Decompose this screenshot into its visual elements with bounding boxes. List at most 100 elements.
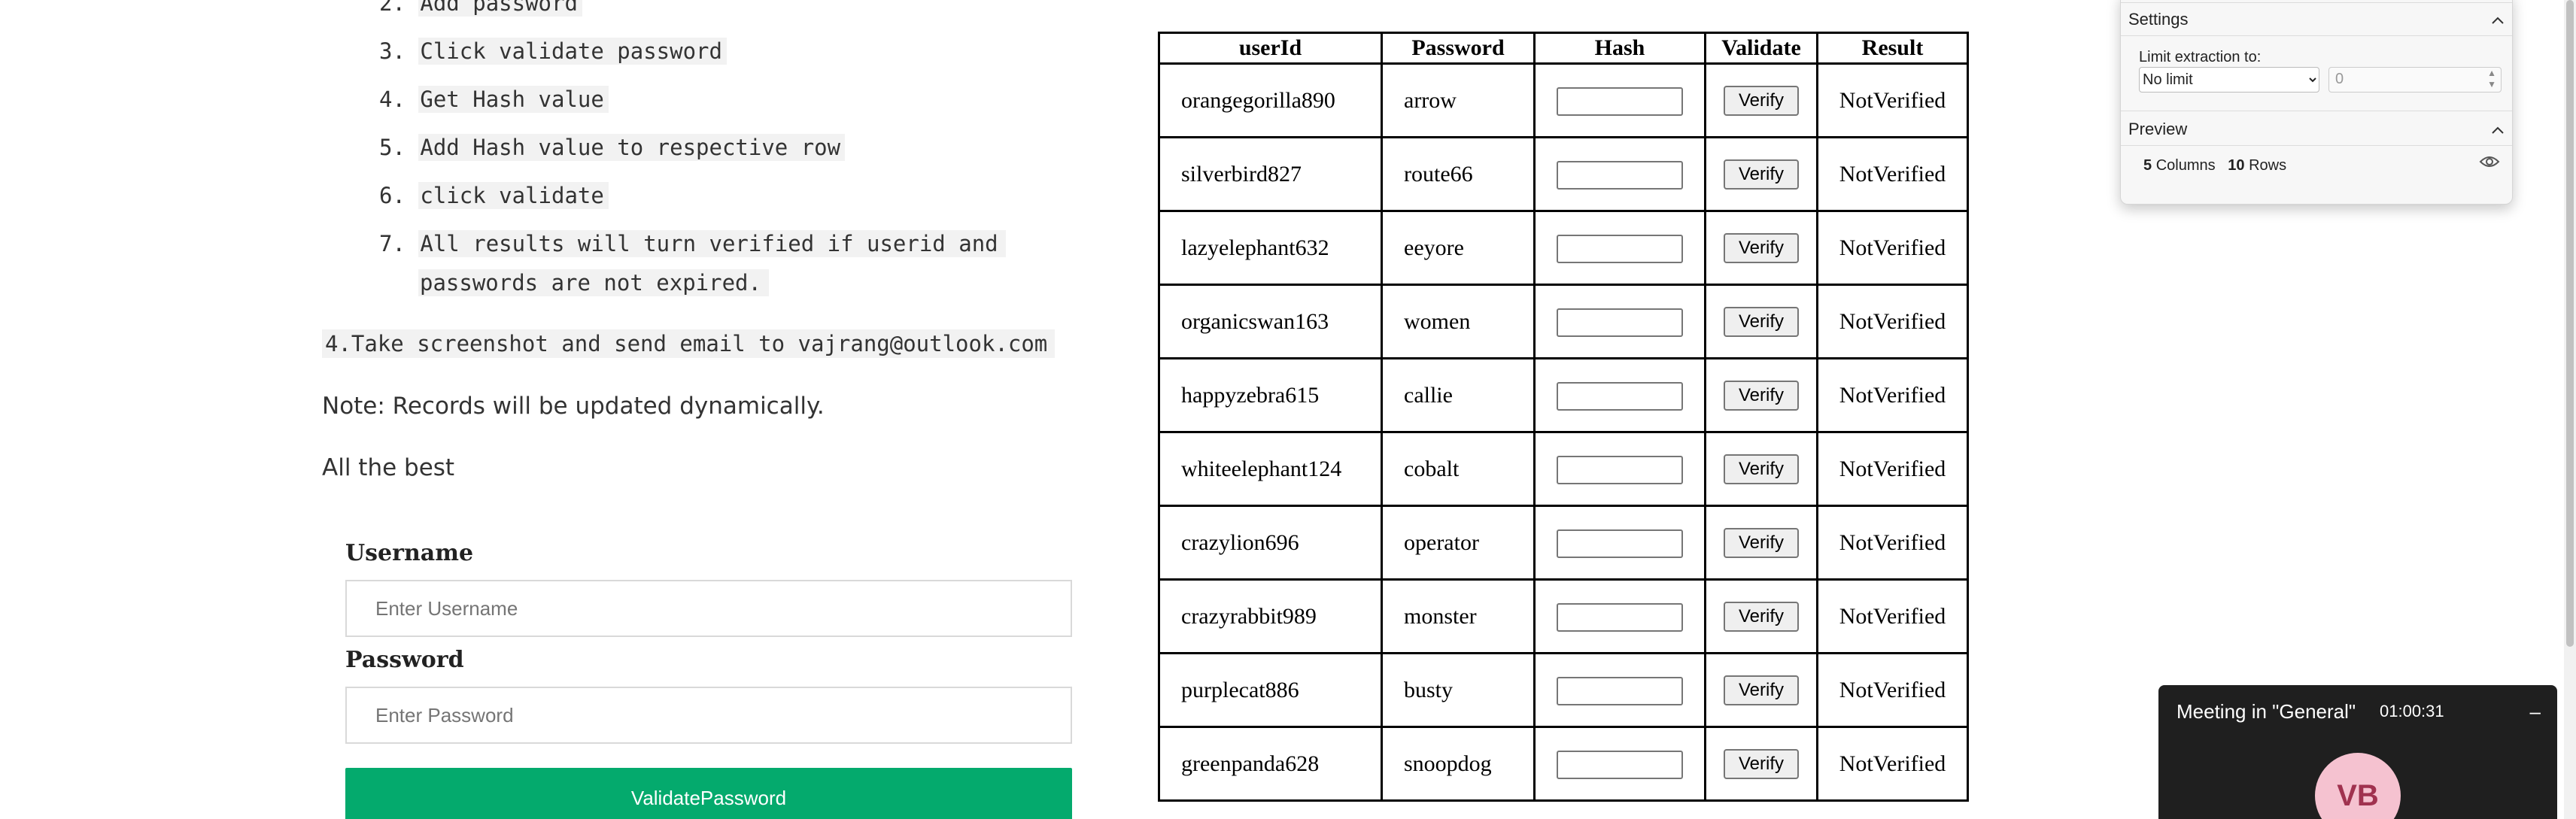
- verify-button[interactable]: Verify: [1723, 748, 1800, 779]
- verify-button[interactable]: Verify: [1723, 675, 1800, 705]
- cell-hash: [1533, 431, 1706, 507]
- verify-button[interactable]: Verify: [1723, 232, 1800, 263]
- hash-input[interactable]: [1557, 676, 1683, 705]
- cell-hash: [1533, 357, 1706, 433]
- cell-result: NotVerified: [1816, 62, 1969, 138]
- limit-number-input[interactable]: 0 ▲ ▼: [2328, 67, 2502, 93]
- username-input[interactable]: [345, 580, 1072, 637]
- cell-hash: [1533, 505, 1706, 581]
- cell-result: NotVerified: [1816, 136, 1969, 212]
- closing-text: All the best: [322, 454, 455, 481]
- header-hash: Hash: [1533, 32, 1706, 65]
- hash-input[interactable]: [1557, 234, 1683, 263]
- verify-button[interactable]: Verify: [1723, 453, 1800, 484]
- cell-hash: [1533, 726, 1706, 802]
- header-result: Result: [1816, 32, 1969, 65]
- password-input[interactable]: [345, 687, 1072, 744]
- verify-button[interactable]: Verify: [1723, 85, 1800, 116]
- eye-icon[interactable]: [2479, 154, 2500, 173]
- hash-input[interactable]: [1557, 308, 1683, 337]
- cell-userid: crazylion696: [1158, 505, 1383, 581]
- cell-hash: [1533, 652, 1706, 728]
- table-row: silverbird827 route66 Verify NotVerified: [1158, 136, 1969, 212]
- cell-validate: Verify: [1704, 505, 1818, 581]
- hash-input[interactable]: [1557, 529, 1683, 558]
- cell-password: eeyore: [1381, 210, 1536, 286]
- limit-select[interactable]: No limit: [2139, 67, 2319, 93]
- cell-validate: Verify: [1704, 431, 1818, 507]
- header-userid: userId: [1158, 32, 1383, 65]
- settings-divider: [2121, 35, 2512, 36]
- step-number: 4.: [379, 86, 406, 112]
- cell-validate: Verify: [1704, 136, 1818, 212]
- cell-result: NotVerified: [1816, 357, 1969, 433]
- minimize-icon[interactable]: –: [2530, 700, 2541, 723]
- settings-section-header[interactable]: Settings: [2121, 5, 2512, 34]
- hash-input[interactable]: [1557, 602, 1683, 632]
- instruction-steps: 2. Add password 3. Click validate passwo…: [324, 0, 1006, 311]
- cell-result: NotVerified: [1816, 210, 1969, 286]
- page-scrollbar[interactable]: [2564, 0, 2576, 819]
- step-3: 3. Click validate password: [379, 32, 1006, 71]
- note-text: Note: Records will be updated dynamicall…: [322, 393, 825, 420]
- cell-validate: Verify: [1704, 652, 1818, 728]
- user-verification-table: userId Password Hash Validate Result ora…: [1158, 32, 1969, 802]
- avatar: VB: [2315, 753, 2401, 819]
- table-row: orangegorilla890 arrow Verify NotVerified: [1158, 62, 1969, 138]
- step-text: Get Hash value: [418, 86, 609, 113]
- step-6: 6. click validate: [379, 176, 1006, 215]
- settings-title: Settings: [2128, 10, 2189, 29]
- username-label: Username: [345, 540, 474, 566]
- verify-button[interactable]: Verify: [1723, 380, 1800, 411]
- hash-input[interactable]: [1557, 381, 1683, 411]
- cell-userid: happyzebra615: [1158, 357, 1383, 433]
- step-number: 2.: [379, 0, 406, 16]
- step-7: 7. All results will turn verified if use…: [379, 224, 1006, 302]
- columns-count: 5: [2143, 157, 2152, 174]
- header-password: Password: [1381, 32, 1536, 65]
- validate-password-button[interactable]: ValidatePassword: [345, 768, 1072, 819]
- step-number: 3.: [379, 38, 406, 64]
- step-number: 5.: [379, 135, 406, 160]
- preview-title: Preview: [2128, 120, 2188, 138]
- table-row: organicswan163 women Verify NotVerified: [1158, 284, 1969, 359]
- step-text: Click validate password: [418, 38, 727, 65]
- hash-input[interactable]: [1557, 86, 1683, 116]
- scrollbar-thumb[interactable]: [2566, 0, 2574, 647]
- cell-userid: silverbird827: [1158, 136, 1383, 212]
- chevron-up-icon[interactable]: [2491, 10, 2505, 29]
- meeting-timer: 01:00:31: [2380, 702, 2444, 720]
- verify-button[interactable]: Verify: [1723, 527, 1800, 558]
- verify-button[interactable]: Verify: [1723, 601, 1800, 632]
- step-text: Add Hash value to respective row: [418, 134, 846, 161]
- cell-userid: whiteelephant124: [1158, 431, 1383, 507]
- hash-input[interactable]: [1557, 455, 1683, 484]
- table-row: purplecat886 busty Verify NotVerified: [1158, 652, 1969, 728]
- cell-validate: Verify: [1704, 578, 1818, 654]
- chevron-up-icon[interactable]: [2491, 120, 2505, 139]
- panel-top-divider: [2121, 2, 2512, 3]
- cell-password: cobalt: [1381, 431, 1536, 507]
- header-validate: Validate: [1704, 32, 1818, 65]
- limit-extraction-label: Limit extraction to:: [2139, 49, 2262, 65]
- cell-hash: [1533, 62, 1706, 138]
- table-body: orangegorilla890 arrow Verify NotVerified si…: [1158, 62, 1969, 802]
- step-number: 7.: [379, 231, 406, 256]
- cell-hash: [1533, 210, 1706, 286]
- cell-result: NotVerified: [1816, 726, 1969, 802]
- preview-section-header[interactable]: Preview: [2121, 115, 2512, 144]
- table-row: lazyelephant632 eeyore Verify NotVerified: [1158, 210, 1969, 286]
- step-text-line2: passwords are not expired.: [418, 269, 769, 296]
- spinner-arrows-icon[interactable]: ▲ ▼: [2487, 68, 2496, 90]
- meeting-title: Meeting in "General": [2177, 700, 2356, 723]
- meeting-mini-window[interactable]: Meeting in "General" 01:00:31 – VB: [2158, 685, 2557, 819]
- cell-result: NotVerified: [1816, 652, 1969, 728]
- cell-hash: [1533, 578, 1706, 654]
- verify-button[interactable]: Verify: [1723, 159, 1800, 190]
- cell-password: women: [1381, 284, 1536, 359]
- verify-button[interactable]: Verify: [1723, 306, 1800, 337]
- hash-input[interactable]: [1557, 160, 1683, 190]
- hash-input[interactable]: [1557, 750, 1683, 779]
- cell-validate: Verify: [1704, 210, 1818, 286]
- extraction-settings-panel: Settings Limit extraction to: No limit 0…: [2120, 0, 2513, 205]
